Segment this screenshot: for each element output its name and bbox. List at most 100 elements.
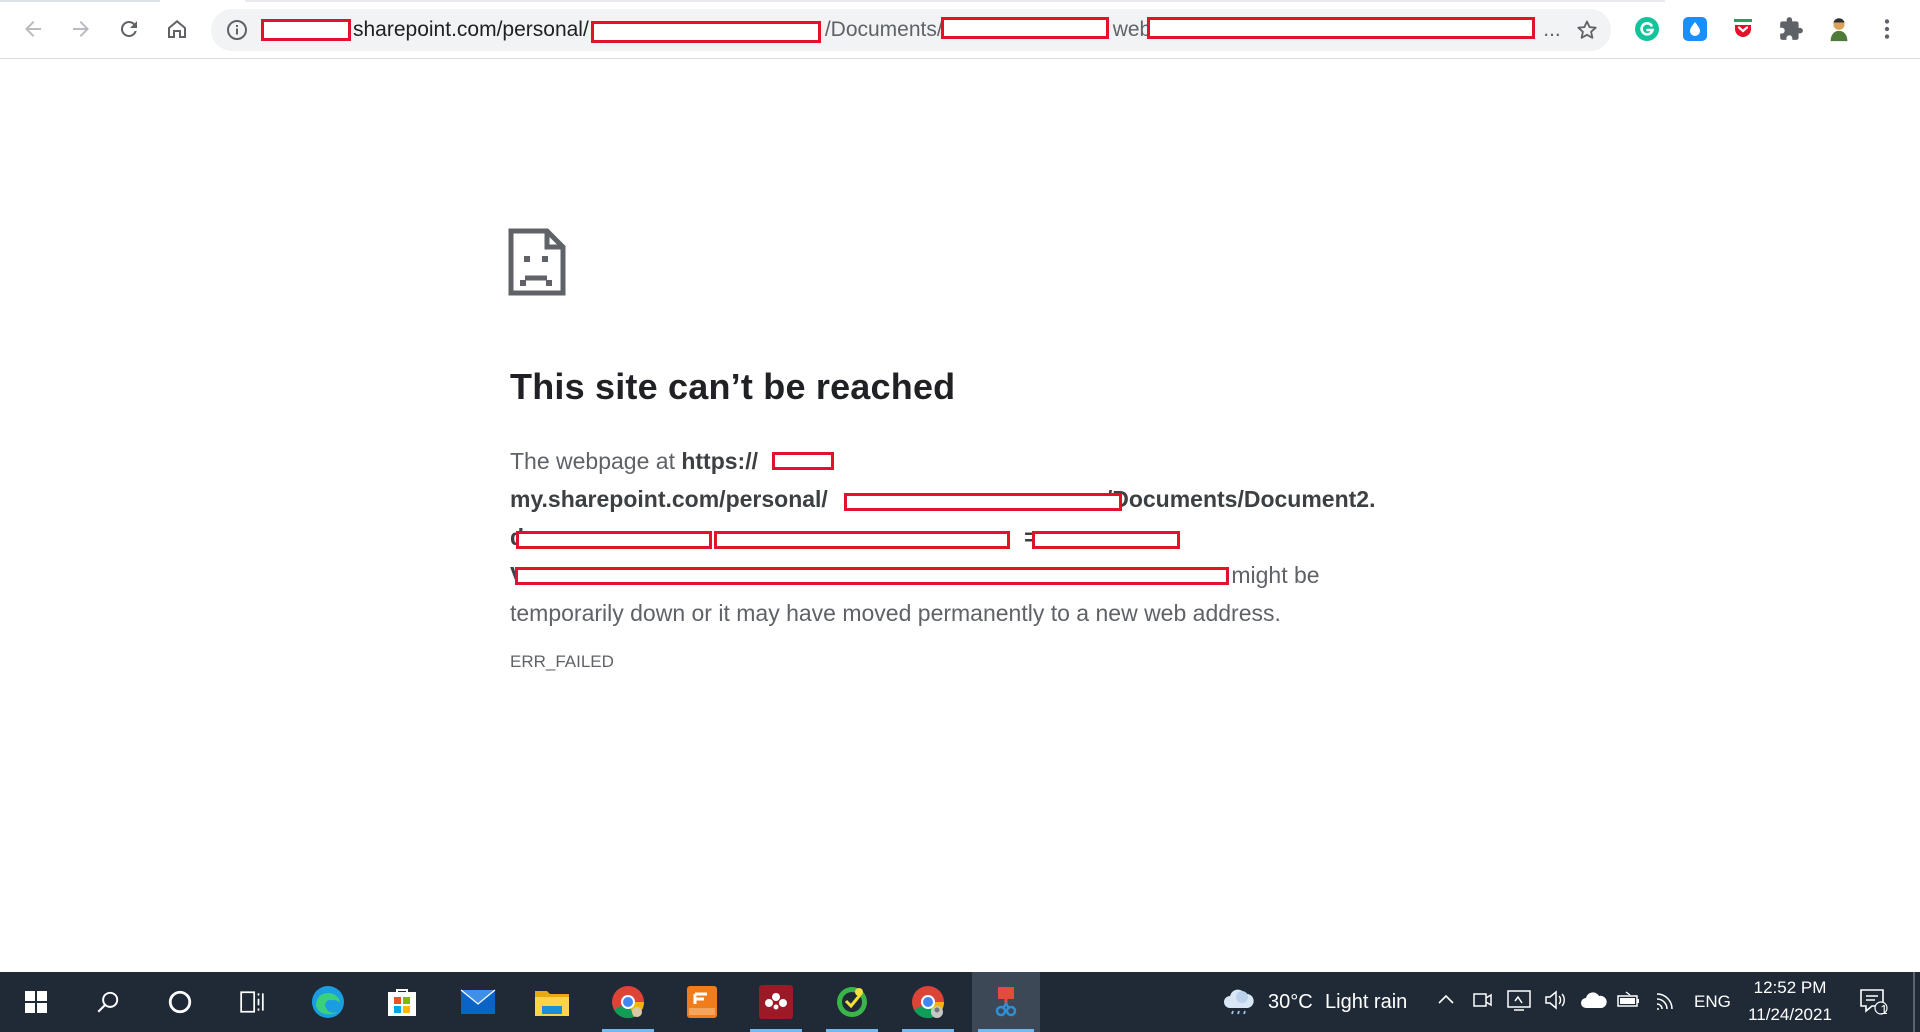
home-icon xyxy=(168,20,186,38)
redaction-box xyxy=(772,452,834,470)
battery-icon xyxy=(1617,991,1639,1007)
cloud-rain-icon xyxy=(1224,989,1254,1015)
error-url: https:// xyxy=(681,448,758,474)
weather-temperature: 30°C xyxy=(1268,991,1313,1013)
arrow-right-icon xyxy=(73,21,89,37)
reload-icon xyxy=(120,20,137,37)
onedrive-cloud-icon xyxy=(1581,992,1607,1008)
error-line: Vmight be xyxy=(510,556,1410,594)
tray-volume[interactable] xyxy=(1544,989,1568,1015)
redaction-box xyxy=(515,567,1229,585)
profile-avatar-icon[interactable] xyxy=(1825,15,1853,43)
redaction-box xyxy=(1032,531,1180,549)
error-url: /Documents/Document2. xyxy=(1105,486,1376,512)
show-desktop-button[interactable] xyxy=(1913,972,1915,1032)
redaction-box xyxy=(714,531,1010,549)
folder-icon xyxy=(535,991,569,1016)
taskbar-app-edge[interactable] xyxy=(296,972,360,1032)
tray-onedrive[interactable] xyxy=(1580,990,1608,1014)
cortana-button[interactable] xyxy=(148,972,212,1032)
taskbar-app-snipping-tool[interactable] xyxy=(972,972,1040,1032)
redaction-box xyxy=(516,531,712,549)
error-text: The webpage at xyxy=(510,448,682,474)
tray-battery[interactable] xyxy=(1616,990,1642,1014)
pocket-extension-icon[interactable] xyxy=(1729,15,1757,43)
redaction-box xyxy=(1147,17,1535,39)
url-host: sharepoint.com/personal/ xyxy=(353,18,589,41)
notification-count: 1 xyxy=(1880,1002,1888,1017)
tab-strip-segment xyxy=(0,0,160,2)
grammarly-extension-icon[interactable] xyxy=(1633,15,1661,43)
back-button[interactable] xyxy=(14,10,52,48)
error-title: This site can’t be reached xyxy=(510,366,956,407)
redaction-box xyxy=(844,493,1122,511)
chrome-menu-icon[interactable] xyxy=(1873,15,1901,43)
chrome-profile-icon xyxy=(912,986,945,1019)
wifi-icon xyxy=(1656,993,1673,1010)
error-text: might be xyxy=(1231,562,1320,588)
chevron-up-icon xyxy=(1438,994,1454,1004)
corel-icon xyxy=(837,987,867,1017)
address-bar[interactable]: sharepoint.com/personal/ /Documents/web..… xyxy=(211,9,1611,51)
tray-meet-now[interactable] xyxy=(1472,989,1494,1015)
task-view-icon xyxy=(240,991,264,1013)
weather-widget[interactable] xyxy=(1222,986,1256,1020)
arrow-left-icon xyxy=(25,21,41,37)
error-line: The webpage at https://- xyxy=(510,442,1410,480)
mendeley-icon xyxy=(759,985,793,1019)
taskbar-app-mail[interactable] xyxy=(446,972,510,1032)
weather-description: Light rain xyxy=(1325,991,1408,1013)
clock-time[interactable]: 12:52 PM xyxy=(1752,978,1828,998)
speaker-icon xyxy=(1545,990,1565,1010)
mail-icon xyxy=(460,989,496,1014)
redaction-box xyxy=(591,21,821,43)
home-button[interactable] xyxy=(158,10,196,48)
error-line: d= xyxy=(510,518,1410,556)
pdf-reader-icon xyxy=(687,986,717,1018)
forward-button[interactable] xyxy=(62,10,100,48)
taskbar-app-corel[interactable] xyxy=(820,972,884,1032)
search-icon xyxy=(97,991,119,1013)
chrome-icon xyxy=(612,986,645,1019)
start-button[interactable] xyxy=(4,972,68,1032)
error-page: This site can’t be reached The webpage a… xyxy=(0,60,1920,972)
extensions-puzzle-icon[interactable] xyxy=(1777,15,1805,43)
reload-button[interactable] xyxy=(110,10,148,48)
error-line: my.sharepoint.com/personal/ /Documents/Do… xyxy=(510,480,1410,518)
error-url: my.sharepoint.com/personal/ xyxy=(510,486,828,512)
search-button[interactable] xyxy=(76,972,140,1032)
taskbar-app-file-explorer[interactable] xyxy=(520,972,584,1032)
taskbar-app-foxit-pdf[interactable] xyxy=(670,972,734,1032)
display-icon xyxy=(1507,990,1531,1011)
info-icon[interactable] xyxy=(225,18,249,42)
windows-logo-icon xyxy=(25,991,47,1013)
taskbar-app-chrome-alt[interactable] xyxy=(896,972,960,1032)
taskbar-app-chrome[interactable] xyxy=(596,972,660,1032)
task-view-button[interactable] xyxy=(220,972,284,1032)
taskbar-app-mendeley[interactable] xyxy=(744,972,808,1032)
store-icon xyxy=(388,989,416,1016)
error-message: The webpage at https://- my.sharepoint.c… xyxy=(510,442,1410,632)
camera-icon xyxy=(1473,993,1492,1007)
windows-taskbar: 30°C Light rain ENG 12:52 PM 11/24/2021 … xyxy=(0,972,1920,1032)
language-indicator[interactable]: ENG xyxy=(1694,992,1731,1012)
url-path: /Documents/ xyxy=(824,18,943,41)
tray-wifi[interactable] xyxy=(1654,988,1678,1016)
tray-display[interactable] xyxy=(1506,988,1532,1016)
show-hidden-icons-button[interactable] xyxy=(1436,990,1456,1014)
clock-date[interactable]: 11/24/2021 xyxy=(1744,1005,1836,1025)
raindrop-extension-icon[interactable] xyxy=(1681,15,1709,43)
error-text: temporarily down or it may have moved pe… xyxy=(510,600,1281,626)
bookmark-star-icon[interactable] xyxy=(1575,18,1599,42)
url-ellipsis: ... xyxy=(1543,18,1561,41)
url-path: web xyxy=(1112,18,1152,41)
tab-strip-segment xyxy=(245,0,1665,2)
edge-icon xyxy=(312,986,344,1018)
taskbar-app-store[interactable] xyxy=(370,972,434,1032)
snipping-tool-icon xyxy=(995,987,1017,1017)
browser-toolbar: sharepoint.com/personal/ /Documents/web..… xyxy=(0,0,1920,59)
redaction-box xyxy=(261,19,351,41)
cortana-circle-icon xyxy=(168,990,192,1014)
sad-document-icon xyxy=(508,228,566,296)
error-code: ERR_FAILED xyxy=(510,652,614,671)
